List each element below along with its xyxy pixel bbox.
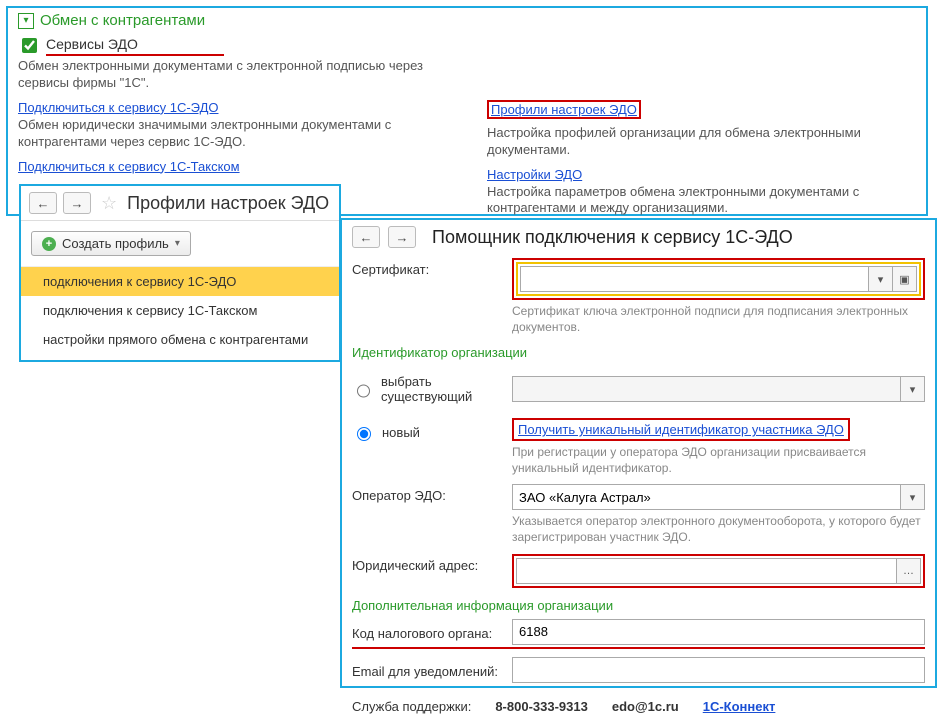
menu-item-direct-exchange[interactable]: настройки прямого обмена с контрагентами [21,325,339,354]
existing-id-group: ▾ [512,376,925,402]
support-link-1c-connect[interactable]: 1С-Коннект [703,699,776,714]
operator-label: Оператор ЭДО: [352,484,502,503]
radio-new[interactable] [357,427,371,441]
operator-input-group: ▾ [512,484,925,510]
cert-dropdown-icon[interactable]: ▾ [868,267,892,291]
wizard-forward-button[interactable]: → [388,226,416,248]
link-edo-settings[interactable]: Настройки ЭДО [487,167,582,182]
plus-icon: + [42,237,56,251]
right-column: Профили настроек ЭДО Настройка профилей … [487,100,916,226]
radio-existing[interactable] [357,384,370,398]
address-ellipsis-icon[interactable]: … [896,559,920,583]
address-input-group: … [516,558,921,584]
cert-input-group: ▾ ▣ [520,266,917,292]
support-phone: 8-800-333-9313 [495,699,588,714]
address-input[interactable] [517,559,896,583]
cert-label: Сертификат: [352,258,502,277]
existing-id-input [513,377,900,401]
cert-input[interactable] [521,267,868,291]
address-label: Юридический адрес: [352,554,502,573]
create-profile-label: Создать профиль [62,236,169,251]
desc-connect-1c-edo: Обмен юридически значимыми электронными … [18,117,428,151]
cert-open-icon[interactable]: ▣ [892,267,916,291]
radio-existing-label: выбрать существующий [381,374,502,404]
edo-services-label: Сервисы ЭДО [46,36,224,56]
profile-menu: подключения к сервису 1С-ЭДО подключения… [21,267,339,354]
chevron-down-icon[interactable]: ▾ [18,13,34,29]
section-title: ▾ Обмен с контрагентами [18,12,916,29]
create-profile-button[interactable]: + Создать профиль ▾ [31,231,191,256]
email-input[interactable] [512,657,925,683]
desc-edo-settings: Настройка параметров обмена электронными… [487,184,867,218]
wizard-back-button[interactable]: ← [352,226,380,248]
caret-down-icon: ▾ [175,238,180,249]
link-connect-1c-taxcom[interactable]: Подключиться к сервису 1С-Такском [18,159,240,174]
support-row: Служба поддержки: 8-800-333-9313 edo@1c.… [352,693,925,720]
edo-services-checkbox[interactable] [22,38,37,53]
menu-item-1c-taxcom[interactable]: подключения к сервису 1С-Такском [21,296,339,325]
link-edo-profiles[interactable]: Профили настроек ЭДО [491,102,637,117]
operator-dropdown-icon[interactable]: ▾ [900,485,924,509]
cert-hint: Сертификат ключа электронной подписи для… [512,304,925,335]
tax-label: Код налогового органа: [352,622,502,641]
section-title-text: Обмен с контрагентами [40,12,205,29]
operator-input[interactable] [513,485,900,509]
extra-section: Дополнительная информация организации [352,598,925,613]
link-get-unique-id[interactable]: Получить уникальный идентификатор участн… [518,422,844,437]
radio-existing-row[interactable]: выбрать существующий [352,374,502,404]
wizard-title: Помощник подключения к сервису 1С-ЭДО [432,227,793,248]
link-connect-1c-edo[interactable]: Подключиться к сервису 1С-ЭДО [18,100,218,115]
org-id-section: Идентификатор организации [352,345,925,360]
support-email: edo@1c.ru [612,699,679,714]
support-label: Служба поддержки: [352,699,471,714]
menu-item-1c-edo[interactable]: подключения к сервису 1С-ЭДО [21,267,339,296]
operator-hint: Указывается оператор электронного докуме… [512,514,925,545]
radio-new-label: новый [382,425,420,440]
tax-code-input[interactable] [512,619,925,645]
wizard-panel: ← → Помощник подключения к сервису 1С-ЭД… [340,218,937,688]
nav-forward-button[interactable]: → [63,192,91,214]
get-id-hint: При регистрации у оператора ЭДО организа… [512,445,925,476]
star-icon[interactable]: ☆ [101,193,117,214]
nav-back-button[interactable]: ← [29,192,57,214]
profiles-panel: ← → ☆ Профили настроек ЭДО + Создать про… [19,184,341,362]
profiles-toolbar: ← → ☆ Профили настроек ЭДО [21,186,339,221]
profiles-title: Профили настроек ЭДО [127,193,329,214]
radio-new-row[interactable]: новый [352,424,502,441]
existing-id-dropdown-icon[interactable]: ▾ [900,377,924,401]
email-label: Email для уведомлений: [352,660,502,679]
desc-edo-profiles: Настройка профилей организации для обмен… [487,125,867,159]
edo-services-desc: Обмен электронными документами с электро… [18,58,428,92]
